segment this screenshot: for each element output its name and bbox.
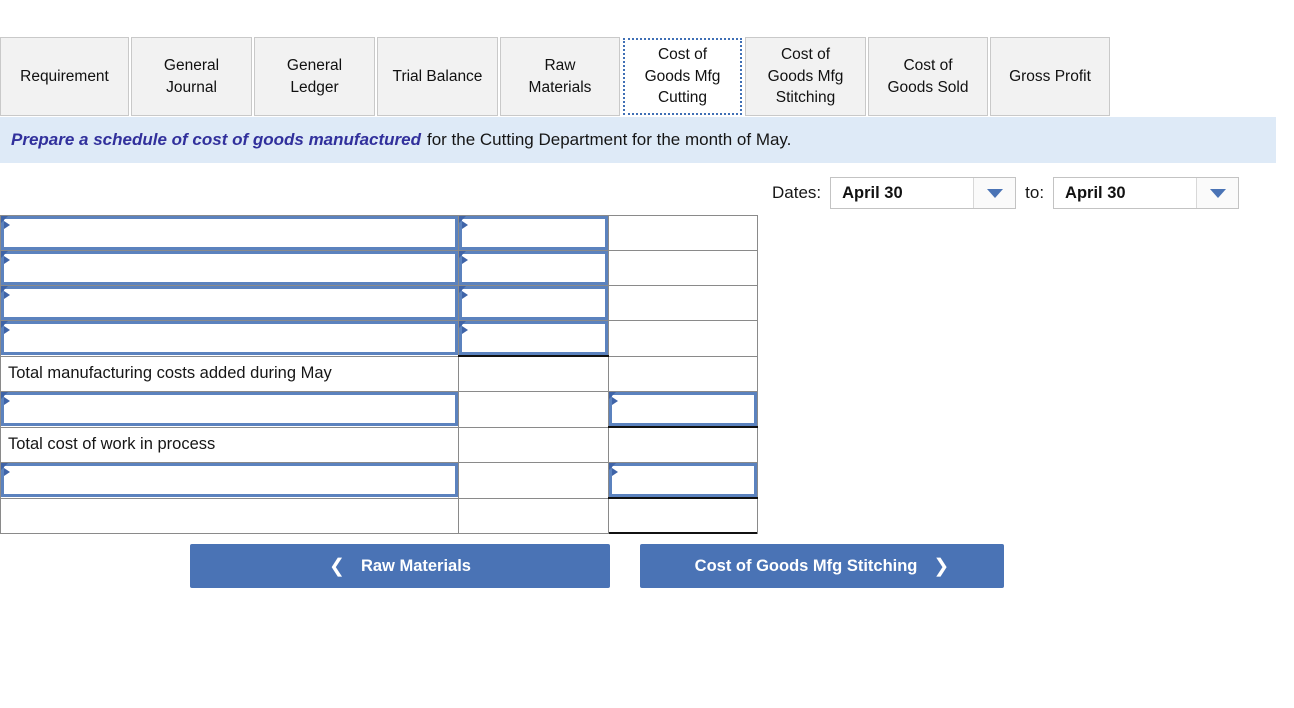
row-0-total-cell[interactable] bbox=[607, 215, 759, 251]
next-tab-label: Cost of Goods Mfg Stitching bbox=[694, 556, 918, 575]
tab-label: Gross Profit bbox=[1009, 67, 1091, 85]
tab-label: Raw Materials bbox=[528, 57, 592, 96]
row-8-amount-cell[interactable] bbox=[457, 497, 609, 534]
row-5-label-cell[interactable] bbox=[0, 391, 459, 428]
tab-label: Trial Balance bbox=[392, 67, 483, 85]
chevron-left-icon: ❮ bbox=[329, 555, 345, 577]
table-row bbox=[0, 497, 759, 534]
row-2-amount-cell[interactable] bbox=[457, 285, 609, 321]
row-3-label-cell[interactable] bbox=[0, 320, 459, 357]
row-2-label-cell[interactable] bbox=[0, 285, 459, 321]
row-1-amount-cell[interactable] bbox=[457, 250, 609, 286]
table-row bbox=[0, 285, 759, 321]
date-from-value: April 30 bbox=[842, 183, 903, 202]
table-row: Total manufacturing costs added during M… bbox=[0, 355, 759, 392]
tab-requirement[interactable]: Requirement bbox=[0, 37, 129, 116]
date-from-dropdown[interactable]: April 30 bbox=[830, 177, 1017, 209]
previous-tab-label: Raw Materials bbox=[360, 556, 471, 575]
table-row bbox=[0, 462, 759, 499]
tab-gross-profit[interactable]: Gross Profit bbox=[990, 37, 1110, 116]
dates-label: Dates: bbox=[772, 183, 822, 202]
row-6-total-cell[interactable] bbox=[607, 426, 759, 463]
instruction-rest: for the Cutting Department for the month… bbox=[426, 130, 792, 149]
row-2-amount-input[interactable] bbox=[458, 286, 608, 320]
tab-label: Cost of Goods Mfg Cutting bbox=[644, 46, 721, 107]
row-1-total-cell[interactable] bbox=[607, 250, 759, 286]
table-row bbox=[0, 320, 759, 357]
row-5-total-input[interactable] bbox=[608, 392, 757, 426]
row-5-label-input[interactable] bbox=[1, 392, 458, 427]
dates-controls: Dates: April 30 to: April 30 bbox=[772, 177, 1240, 209]
worksheet-navigation: ❮ Raw Materials Cost of Goods Mfg Stitch… bbox=[190, 544, 1004, 588]
row-6-amount-cell[interactable] bbox=[457, 426, 609, 463]
chevron-down-icon[interactable] bbox=[973, 178, 1016, 208]
row-8-label-cell[interactable] bbox=[0, 497, 459, 534]
table-row bbox=[0, 250, 759, 286]
row-0-amount-cell[interactable] bbox=[457, 215, 609, 251]
row-3-label-input[interactable] bbox=[1, 321, 458, 356]
row-3-total-cell[interactable] bbox=[607, 320, 759, 357]
tab-cost-of-goods-mfg-stitching[interactable]: Cost of Goods Mfg Stitching bbox=[745, 37, 866, 116]
tab-cost-of-goods-sold[interactable]: Cost of Goods Sold bbox=[868, 37, 988, 116]
worksheet-body: Total manufacturing costs added during M… bbox=[0, 215, 759, 534]
row-3-amount-cell[interactable] bbox=[457, 320, 609, 357]
previous-tab-button[interactable]: ❮ Raw Materials bbox=[190, 544, 610, 588]
tab-label: Cost of Goods Mfg Stitching bbox=[767, 46, 844, 107]
tab-trial-balance[interactable]: Trial Balance bbox=[377, 37, 498, 116]
tab-label: General Ledger bbox=[286, 57, 343, 96]
row-4-label-cell: Total manufacturing costs added during M… bbox=[0, 355, 459, 392]
row-1-label-input[interactable] bbox=[1, 251, 458, 285]
row-4-total-cell[interactable] bbox=[607, 355, 759, 392]
row-7-label-input[interactable] bbox=[1, 463, 458, 498]
tab-label: General Journal bbox=[163, 57, 220, 96]
row-2-label-input[interactable] bbox=[1, 286, 458, 320]
tab-general-journal[interactable]: General Journal bbox=[131, 37, 252, 116]
next-tab-button[interactable]: Cost of Goods Mfg Stitching ❯ bbox=[640, 544, 1004, 588]
table-row bbox=[0, 391, 759, 428]
table-row: Total cost of work in process bbox=[0, 426, 759, 463]
row-7-label-cell[interactable] bbox=[0, 462, 459, 499]
row-1-amount-input[interactable] bbox=[458, 251, 608, 285]
row-0-label-cell[interactable] bbox=[0, 215, 459, 251]
row-2-total-cell[interactable] bbox=[607, 285, 759, 321]
tab-label: Cost of Goods Sold bbox=[887, 57, 969, 96]
date-to-dropdown[interactable]: April 30 bbox=[1053, 177, 1240, 209]
tab-cost-of-goods-mfg-cutting[interactable]: Cost of Goods Mfg Cutting bbox=[622, 37, 743, 116]
instruction-banner: Prepare a schedule of cost of goods manu… bbox=[0, 117, 1276, 163]
row-0-amount-input[interactable] bbox=[458, 216, 608, 250]
row-6-label-cell: Total cost of work in process bbox=[0, 426, 459, 463]
dates-to-label: to: bbox=[1025, 183, 1045, 202]
row-3-amount-input[interactable] bbox=[458, 321, 608, 355]
tab-raw-materials[interactable]: Raw Materials bbox=[500, 37, 620, 116]
row-7-total-cell[interactable] bbox=[607, 462, 759, 499]
table-row bbox=[0, 215, 759, 251]
cost-of-goods-manufactured-worksheet: Total manufacturing costs added during M… bbox=[0, 215, 759, 534]
tab-general-ledger[interactable]: General Ledger bbox=[254, 37, 375, 116]
row-6-label: Total cost of work in process bbox=[8, 435, 216, 454]
worksheet-tab-strip: Requirement General Journal General Ledg… bbox=[0, 37, 1112, 116]
row-4-amount-cell[interactable] bbox=[457, 355, 609, 392]
chevron-down-icon[interactable] bbox=[1196, 178, 1239, 208]
row-7-amount-cell[interactable] bbox=[457, 462, 609, 499]
row-5-amount-cell[interactable] bbox=[457, 391, 609, 428]
tab-label: Requirement bbox=[20, 67, 109, 85]
row-5-total-cell[interactable] bbox=[607, 391, 759, 428]
chevron-right-icon: ❯ bbox=[933, 555, 950, 577]
row-4-label: Total manufacturing costs added during M… bbox=[8, 364, 332, 383]
instruction-emphasis: Prepare a schedule of cost of goods manu… bbox=[11, 130, 421, 149]
row-1-label-cell[interactable] bbox=[0, 250, 459, 286]
date-to-value: April 30 bbox=[1065, 183, 1126, 202]
row-0-label-input[interactable] bbox=[1, 216, 458, 250]
row-8-total-cell[interactable] bbox=[607, 497, 759, 534]
row-7-total-input[interactable] bbox=[608, 463, 757, 497]
